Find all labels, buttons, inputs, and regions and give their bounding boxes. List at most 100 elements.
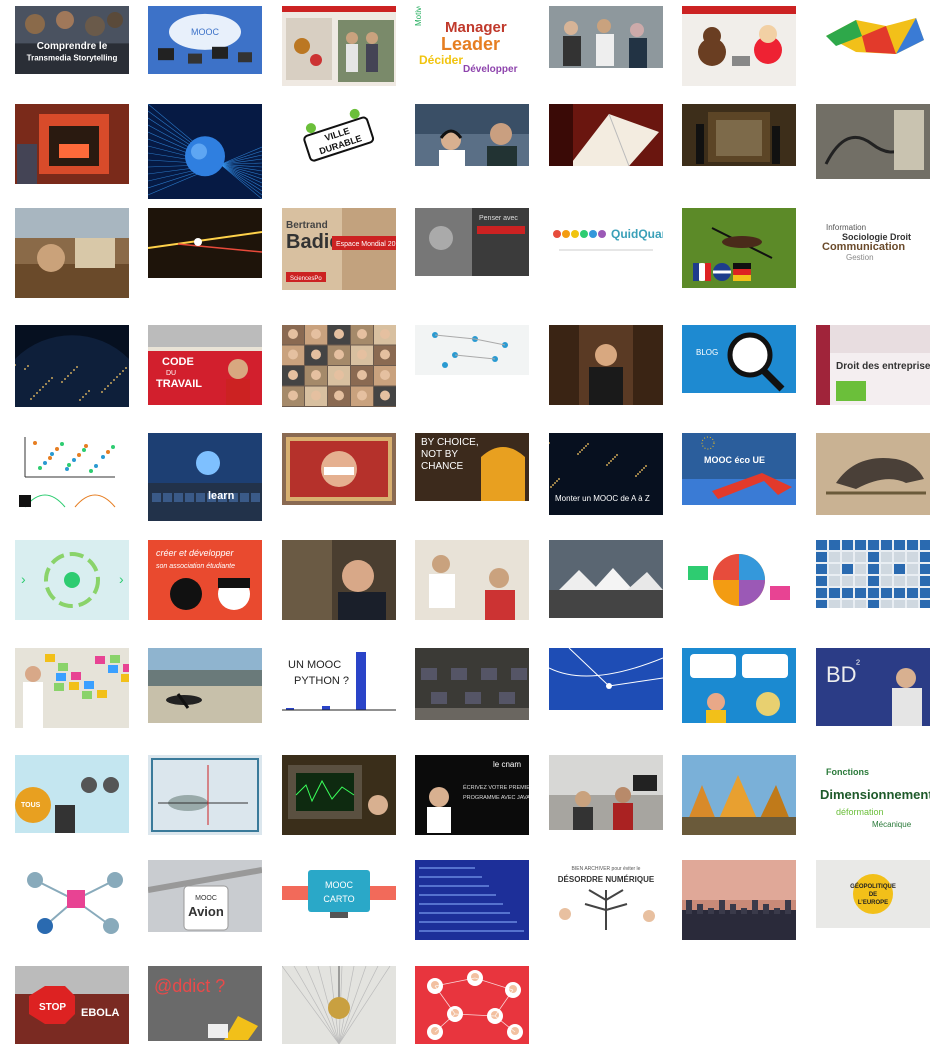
course-thumbnail-office-photo[interactable] bbox=[549, 6, 663, 68]
svg-text:QuidQuam?: QuidQuam? bbox=[611, 227, 663, 241]
svg-text:Information: Information bbox=[826, 223, 866, 232]
course-thumbnail-bd2[interactable]: BD ² bbox=[816, 648, 930, 726]
svg-text:BY CHOICE,: BY CHOICE, bbox=[421, 437, 479, 448]
svg-text:MOOC: MOOC bbox=[325, 880, 353, 890]
svg-text:Penser avec: Penser avec bbox=[479, 215, 518, 222]
course-thumbnail-blue-lines[interactable] bbox=[549, 648, 663, 710]
course-thumbnail-book-reading[interactable] bbox=[549, 104, 663, 166]
course-thumbnail-recycle-cycle[interactable]: › › bbox=[15, 540, 129, 620]
course-thumbnail-word-cloud[interactable]: Manager Leader Décider Développer Motive… bbox=[415, 6, 529, 74]
course-thumbnail-droit-entreprises[interactable]: Droit des entreprises bbox=[816, 325, 930, 405]
svg-text:L’EUROPE: L’EUROPE bbox=[858, 900, 888, 906]
svg-text:MOOC: MOOC bbox=[195, 895, 217, 902]
svg-text:PROGRAMME AVEC JAVA: PROGRAMME AVEC JAVA bbox=[463, 795, 529, 801]
svg-text:Droit des entreprises: Droit des entreprises bbox=[836, 361, 930, 372]
course-thumbnail-autumn-trees[interactable] bbox=[682, 755, 796, 835]
course-thumbnail-globe-fibers[interactable] bbox=[148, 104, 262, 199]
svg-text:›: › bbox=[119, 571, 124, 587]
svg-text:créer et développer: créer et développer bbox=[156, 548, 235, 558]
svg-text:CARTO: CARTO bbox=[323, 894, 354, 904]
course-thumbnail-network-slide[interactable] bbox=[415, 325, 529, 375]
course-thumbnail-students-headphones[interactable] bbox=[415, 104, 529, 166]
course-thumbnail-puzzle-map[interactable] bbox=[816, 6, 930, 64]
course-thumbnail-tents[interactable] bbox=[549, 540, 663, 618]
svg-text:Développer: Développer bbox=[463, 64, 518, 74]
course-thumbnail-molecules[interactable] bbox=[15, 860, 129, 940]
course-thumbnail-quidquam[interactable]: QuidQuam? bbox=[549, 208, 663, 270]
course-thumbnail-man-portrait[interactable] bbox=[282, 540, 396, 620]
course-thumbnail-ville-durable[interactable]: VILLE DURABLE bbox=[282, 104, 396, 176]
course-thumbnail-terms-cloud[interactable]: Information Sociologie Droit Communicatio… bbox=[816, 208, 930, 270]
course-thumbnail-cartoon[interactable] bbox=[682, 648, 796, 723]
course-thumbnail-blog-magnifier[interactable]: BLOG bbox=[682, 325, 796, 393]
svg-text:TOUS: TOUS bbox=[21, 802, 41, 809]
course-thumbnail-by-choice[interactable]: BY CHOICE, NOT BY CHANCE bbox=[415, 433, 529, 501]
course-thumbnail-mooc-eco-ue[interactable]: MOOC éco UE bbox=[682, 433, 796, 505]
course-thumbnail-mooc-avion[interactable]: MOOC Avion bbox=[148, 860, 262, 932]
course-thumbnail-colorful-globe[interactable] bbox=[682, 540, 796, 612]
course-thumbnail-engraving[interactable] bbox=[816, 104, 930, 179]
svg-text:Transmedia Storytelling: Transmedia Storytelling bbox=[27, 53, 118, 62]
course-thumbnail-museum-hall[interactable] bbox=[682, 104, 796, 166]
course-thumbnail-sticky-notes[interactable] bbox=[15, 648, 129, 728]
course-thumbnail-mooc-python[interactable]: UN MOOC PYTHON ? bbox=[282, 648, 396, 720]
svg-text:DÉSORDRE NUMÉRIQUE: DÉSORDRE NUMÉRIQUE bbox=[558, 875, 655, 884]
course-thumbnail-city-dusk[interactable] bbox=[682, 860, 796, 940]
course-thumbnail-desordre[interactable]: BIEN ARCHIVER pour éviter le DÉSORDRE NU… bbox=[549, 860, 663, 940]
course-thumbnail-association[interactable]: créer et développer son association étud… bbox=[148, 540, 262, 620]
course-thumbnail-pattern-grid[interactable] bbox=[816, 540, 930, 608]
course-thumbnail-humanities[interactable]: Penser avec bbox=[415, 208, 529, 276]
course-thumbnail-mooc-carto[interactable]: MOOC CARTO bbox=[282, 860, 396, 925]
course-thumbnail-computer-room[interactable] bbox=[415, 648, 529, 720]
svg-text:Gestion: Gestion bbox=[846, 253, 874, 262]
course-thumbnail-learn-keyboard[interactable]: learn bbox=[148, 433, 262, 521]
course-thumbnail-scatter-plot[interactable] bbox=[15, 433, 129, 511]
course-thumbnail-mao-portrait[interactable] bbox=[282, 433, 396, 505]
svg-text:MOOC: MOOC bbox=[191, 27, 219, 37]
course-thumbnail-code-travail[interactable]: CODE DU TRAVAIL bbox=[148, 325, 262, 405]
course-thumbnail-addict[interactable]: @ddict ? bbox=[148, 966, 262, 1041]
course-thumbnail-blue-text[interactable] bbox=[415, 860, 529, 940]
svg-text:GÉOPOLITIQUE: GÉOPOLITIQUE bbox=[850, 882, 896, 890]
course-thumbnail-faces-grid[interactable] bbox=[282, 325, 396, 407]
course-thumbnail-laser[interactable] bbox=[148, 208, 262, 278]
svg-text:CODE: CODE bbox=[162, 356, 194, 368]
svg-text:CHANCE: CHANCE bbox=[421, 461, 464, 472]
course-thumbnail-painting[interactable] bbox=[15, 208, 129, 298]
course-thumbnail-beach[interactable] bbox=[148, 648, 262, 723]
course-thumbnail-crow[interactable] bbox=[816, 433, 930, 515]
svg-text:²: ² bbox=[856, 657, 860, 671]
svg-text:ÉCRIVEZ VOTRE PREMIER: ÉCRIVEZ VOTRE PREMIER bbox=[463, 784, 529, 791]
svg-text:Dimensionnement: Dimensionnement bbox=[820, 787, 930, 802]
course-thumbnail-people-network[interactable] bbox=[415, 966, 529, 1044]
svg-text:Décider: Décider bbox=[419, 53, 463, 67]
svg-text:UN MOOC: UN MOOC bbox=[288, 659, 341, 671]
course-thumbnail-storytelling[interactable]: Comprendre le Transmedia Storytelling bbox=[15, 6, 129, 74]
course-thumbnail-classroom[interactable] bbox=[549, 755, 663, 830]
course-thumbnail-mosquito-flags[interactable] bbox=[682, 208, 796, 288]
course-thumbnail-skull-sign[interactable]: TOUS bbox=[15, 755, 129, 833]
course-thumbnail-physics-diagram[interactable] bbox=[148, 755, 262, 835]
course-thumbnail-presenter-library[interactable] bbox=[549, 325, 663, 405]
course-thumbnail-earth-night[interactable] bbox=[15, 325, 129, 407]
svg-text:déformation: déformation bbox=[836, 807, 884, 817]
svg-text:@ddict ?: @ddict ? bbox=[154, 976, 225, 996]
course-thumbnail-oscilloscope[interactable] bbox=[282, 755, 396, 835]
course-thumbnail-mooc-a-z[interactable]: Monter un MOOC de A à Z bbox=[549, 433, 663, 515]
course-thumbnail-java[interactable]: le cnam ÉCRIVEZ VOTRE PREMIER PROGRAMME A… bbox=[415, 755, 529, 835]
course-thumbnail-3d-printer[interactable] bbox=[15, 104, 129, 184]
course-thumbnail-dimensionnement[interactable]: Fonctions Dimensionnement déformation Méc… bbox=[816, 755, 930, 833]
svg-text:DU: DU bbox=[166, 370, 176, 377]
course-thumbnail-geopolitique[interactable]: GÉOPOLITIQUE DE L’EUROPE bbox=[816, 860, 930, 928]
course-thumbnail-pendulum[interactable] bbox=[282, 966, 396, 1044]
svg-text:Avion: Avion bbox=[188, 904, 224, 919]
svg-text:EBOLA: EBOLA bbox=[81, 1007, 120, 1019]
course-thumbnail-toys[interactable] bbox=[682, 6, 796, 86]
course-thumbnail-stop-ebola[interactable]: STOP EBOLA bbox=[15, 966, 129, 1044]
course-thumbnail-mooc-cloud[interactable]: MOOC bbox=[148, 6, 262, 74]
svg-text:Motiver: Motiver bbox=[415, 6, 423, 26]
course-thumbnail-badie[interactable]: Bertrand Badie Espace Mondial 2014 Scien… bbox=[282, 208, 396, 290]
course-thumbnail-people-red[interactable] bbox=[282, 6, 396, 86]
svg-text:DE: DE bbox=[869, 892, 877, 898]
course-thumbnail-lab-students[interactable] bbox=[415, 540, 529, 620]
